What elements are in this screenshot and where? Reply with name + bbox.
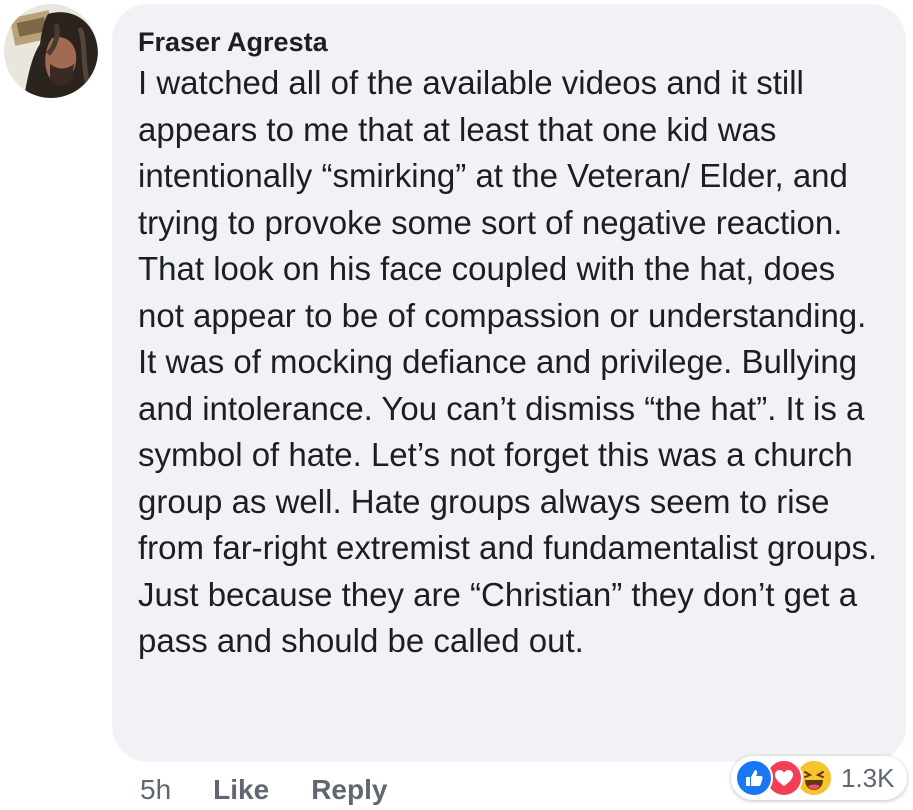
- comment-bubble: Fraser Agresta I watched all of the avai…: [112, 4, 906, 762]
- like-button[interactable]: Like: [213, 774, 269, 806]
- comment-text: I watched all of the available videos an…: [138, 64, 878, 659]
- reply-button[interactable]: Reply: [311, 774, 387, 806]
- reaction-summary[interactable]: 1.3K: [731, 756, 907, 800]
- reaction-count: 1.3K: [841, 762, 895, 793]
- avatar[interactable]: [4, 4, 98, 98]
- comment-timestamp[interactable]: 5h: [140, 774, 171, 806]
- avatar-photo: [4, 4, 98, 98]
- like-icon: [735, 759, 773, 797]
- comment-actions: 5h Like Reply: [140, 772, 429, 808]
- comment-author[interactable]: Fraser Agresta: [138, 26, 886, 58]
